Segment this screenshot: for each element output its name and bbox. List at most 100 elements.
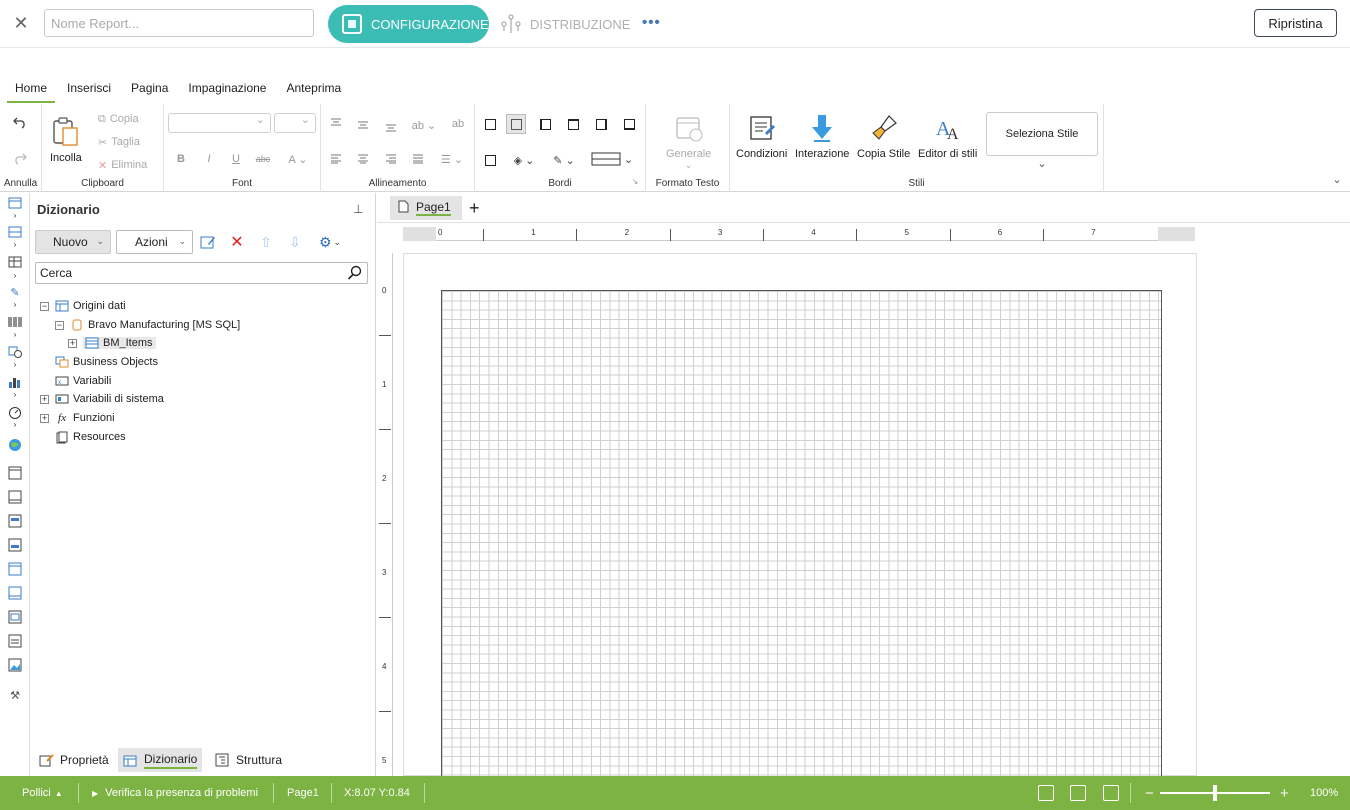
expand-icon[interactable]: + (68, 338, 77, 348)
tree-item-resources[interactable]: Resources (55, 428, 126, 446)
table-icon[interactable] (6, 255, 24, 269)
copia-button[interactable]: ⧉ Copia (98, 111, 139, 127)
search-icon[interactable] (347, 265, 363, 281)
distribuzione-button[interactable]: DISTRIBUZIONE (500, 12, 630, 36)
ribbon-collapse-icon[interactable]: ⌄ (1328, 170, 1346, 188)
units-select[interactable]: Pollici ▲ (22, 776, 63, 810)
tree-item-origini-dati[interactable]: − Origini dati (40, 297, 126, 315)
tab-pagina[interactable]: Pagina (131, 72, 168, 104)
shapes-icon[interactable] (6, 345, 24, 359)
font-color-icon[interactable]: A ⌄ (284, 150, 312, 168)
align-left-icon[interactable] (327, 150, 345, 168)
zoom-slider-thumb[interactable] (1213, 785, 1217, 801)
word-wrap-icon[interactable]: ab (449, 115, 467, 133)
cross-expand-icon[interactable]: › (6, 239, 24, 249)
report-summary-icon[interactable] (6, 537, 24, 553)
fit-page-icon[interactable] (1103, 785, 1119, 801)
barcode-expand-icon[interactable]: › (6, 329, 24, 339)
gauge-icon[interactable] (6, 405, 24, 419)
seleziona-chevron-icon[interactable]: ⌄ (1033, 154, 1051, 172)
data-band-icon[interactable] (6, 609, 24, 625)
border-top-icon[interactable] (563, 114, 583, 134)
font-family-select[interactable] (168, 113, 271, 133)
taglia-button[interactable]: ✂ Taglia (98, 134, 140, 150)
border-outline-icon[interactable] (480, 150, 500, 170)
align-bottom-icon[interactable] (382, 118, 400, 136)
border-none-icon[interactable] (506, 114, 526, 134)
tools-icon[interactable]: ⚒ (6, 687, 24, 703)
chart-expand-icon[interactable]: › (6, 389, 24, 399)
border-color-icon[interactable]: ✎ ⌄ (549, 151, 579, 169)
table-expand-icon[interactable]: › (6, 270, 24, 280)
tree-item-funzioni[interactable]: + fx Funzioni (40, 409, 115, 427)
tab-home[interactable]: Home (6, 72, 56, 104)
border-right-icon[interactable] (591, 114, 611, 134)
collapse-icon[interactable]: − (40, 301, 49, 311)
interazione-button[interactable]: Interazione (795, 112, 849, 160)
editor-stili-button[interactable]: AA Editor di stili (918, 112, 977, 160)
fit-height-icon[interactable] (1070, 785, 1086, 801)
band-expand-icon[interactable]: › (6, 210, 24, 220)
chart-icon[interactable] (6, 375, 24, 389)
tab-struttura[interactable]: Struttura (210, 748, 287, 772)
page-footer-icon[interactable] (6, 489, 24, 505)
configurazione-button[interactable]: CONFIGURAZIONE (328, 5, 489, 43)
incolla-button[interactable]: Incolla (50, 116, 82, 164)
settings-gear-icon[interactable]: ⚙ ⌄ (315, 233, 345, 251)
pen-icon[interactable]: ✎ (6, 285, 24, 299)
align-justify-icon[interactable] (409, 150, 427, 168)
strikethrough-icon[interactable]: abc (254, 150, 272, 168)
vertical-ruler[interactable]: 0 1 2 3 4 5 (377, 253, 393, 776)
dictionary-search-input[interactable] (35, 262, 368, 284)
border-left-icon[interactable] (535, 114, 555, 134)
bold-icon[interactable]: B (172, 150, 190, 168)
zoom-out-button[interactable]: − (1145, 776, 1154, 810)
page-grid[interactable] (441, 290, 1162, 777)
border-style-icon[interactable]: ⌄ (589, 150, 635, 168)
fit-width-icon[interactable] (1038, 785, 1054, 801)
collapse-icon[interactable]: − (55, 320, 64, 330)
edit-item-icon[interactable] (199, 233, 217, 251)
line-spacing-icon[interactable]: ☰ ⌄ (437, 150, 467, 168)
add-page-icon[interactable]: + (469, 198, 480, 219)
fill-color-icon[interactable]: ◈ ⌄ (509, 151, 539, 169)
pin-icon[interactable]: ⊥ (353, 202, 363, 216)
tab-page1[interactable]: Page1 (390, 196, 462, 220)
italic-icon[interactable]: I (200, 150, 218, 168)
tree-item-variabili[interactable]: x Variabili (55, 372, 111, 390)
underline-icon[interactable]: U (227, 150, 245, 168)
zoom-in-button[interactable]: + (1280, 776, 1289, 810)
nuovo-button[interactable]: Nuovo ⌄ (35, 230, 111, 254)
expand-icon[interactable]: + (40, 413, 49, 423)
copia-stile-button[interactable]: Copia Stile (857, 112, 910, 160)
azioni-button[interactable]: Azioni ⌄ (116, 230, 193, 254)
verify-problems-button[interactable]: ▶ Verifica la presenza di problemi (92, 776, 258, 810)
tab-anteprima[interactable]: Anteprima (286, 72, 341, 104)
report-page[interactable] (403, 253, 1197, 777)
horizontal-ruler[interactable]: 0 1 2 3 4 5 6 7 (403, 227, 1195, 241)
band-icon[interactable] (6, 196, 24, 210)
tree-item-bravo-manufacturing[interactable]: − Bravo Manufacturing [MS SQL] (55, 316, 240, 334)
report-title-icon[interactable] (6, 513, 24, 529)
cross-band-icon[interactable] (6, 225, 24, 239)
align-top-icon[interactable] (327, 114, 345, 132)
move-up-icon[interactable]: ⇧ (257, 233, 275, 251)
tab-dizionario[interactable]: Dizionario (118, 748, 203, 772)
border-bottom-icon[interactable] (619, 114, 639, 134)
undo-icon[interactable] (11, 113, 29, 131)
tree-item-business-objects[interactable]: Business Objects (55, 353, 158, 371)
border-all-icon[interactable] (480, 114, 500, 134)
gauge-expand-icon[interactable]: › (6, 419, 24, 429)
more-options-icon[interactable]: ••• (642, 14, 661, 31)
barcode-icon[interactable] (6, 315, 24, 329)
ripristina-button[interactable]: Ripristina (1254, 9, 1337, 37)
font-size-select[interactable] (274, 113, 316, 133)
redo-icon[interactable] (11, 149, 29, 167)
page-header-icon[interactable] (6, 465, 24, 481)
elimina-button[interactable]: ✕ Elimina (98, 157, 147, 173)
align-center-icon[interactable] (354, 150, 372, 168)
pen-expand-icon[interactable]: › (6, 299, 24, 309)
align-right-icon[interactable] (382, 150, 400, 168)
condizioni-button[interactable]: Condizioni (736, 112, 787, 160)
move-down-icon[interactable]: ⇩ (286, 233, 304, 251)
